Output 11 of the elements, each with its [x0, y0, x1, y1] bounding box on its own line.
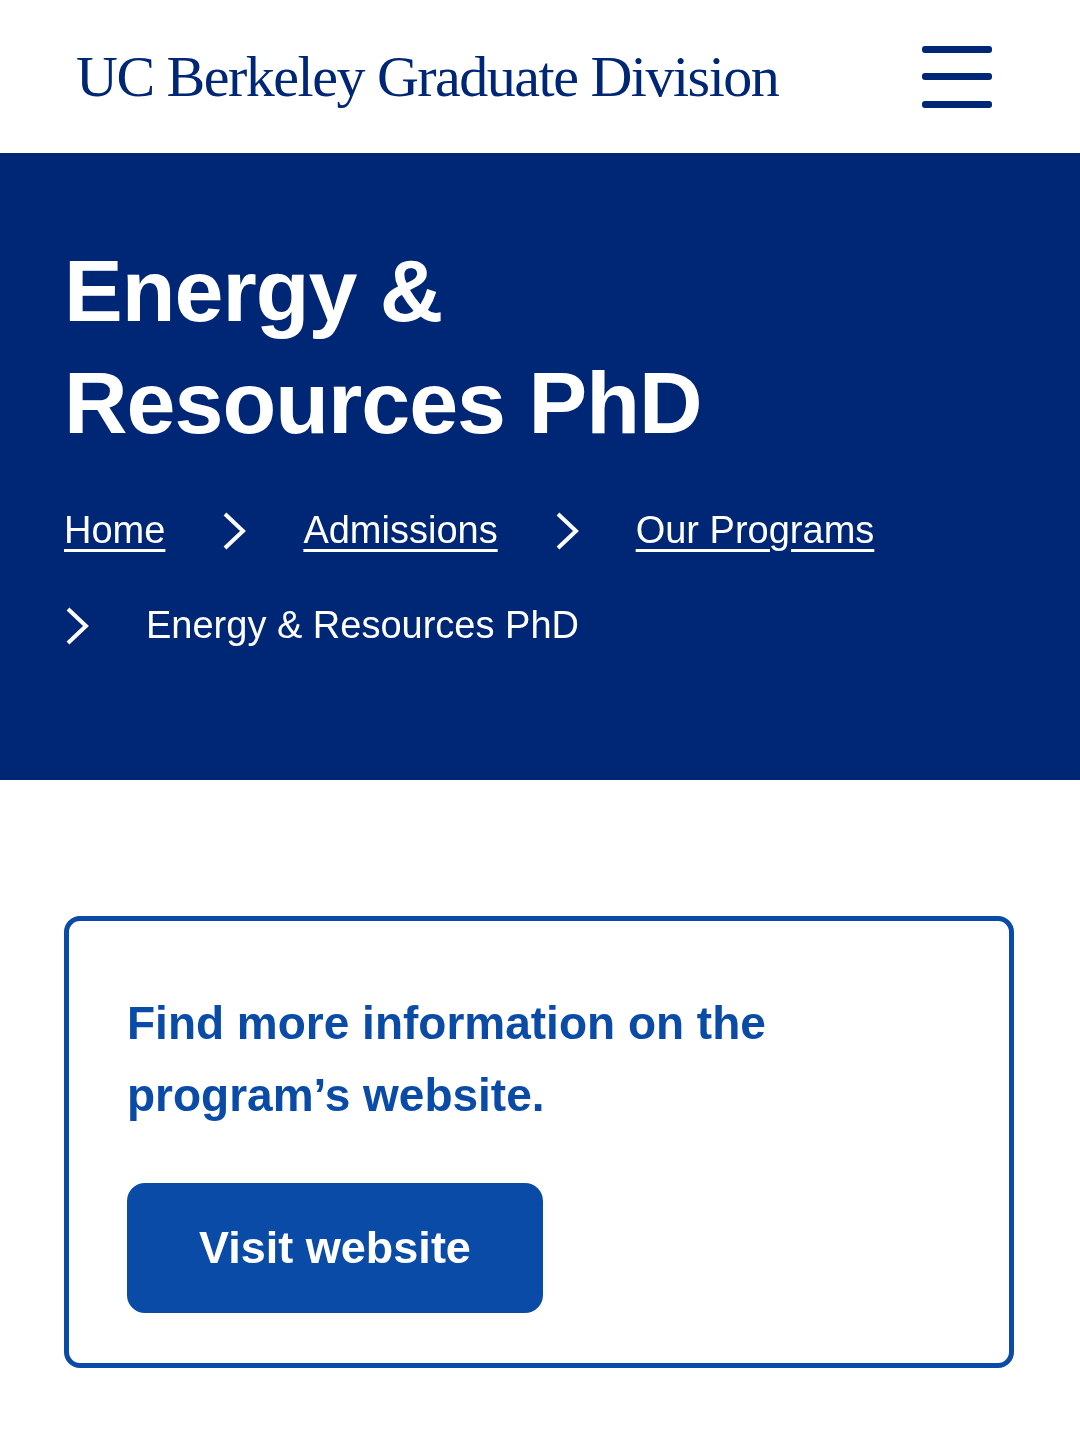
breadcrumb-link[interactable]: Admissions	[303, 509, 498, 552]
chevron-right-icon	[64, 605, 90, 646]
breadcrumb-current: Energy & Resources PhD	[146, 604, 579, 647]
breadcrumb-link[interactable]: Home	[64, 509, 166, 552]
menu-icon[interactable]	[922, 45, 992, 108]
card-text: Find more information on the program’s website.	[127, 996, 767, 1123]
breadcrumb-link[interactable]: Our Programs	[635, 509, 875, 552]
site-logo[interactable]: UC Berkeley Graduate Division	[76, 43, 779, 110]
chevron-right-icon	[221, 510, 248, 551]
visit-website-button[interactable]: Visit website	[127, 1183, 543, 1313]
page-title: Energy & Resources PhD	[64, 240, 703, 454]
